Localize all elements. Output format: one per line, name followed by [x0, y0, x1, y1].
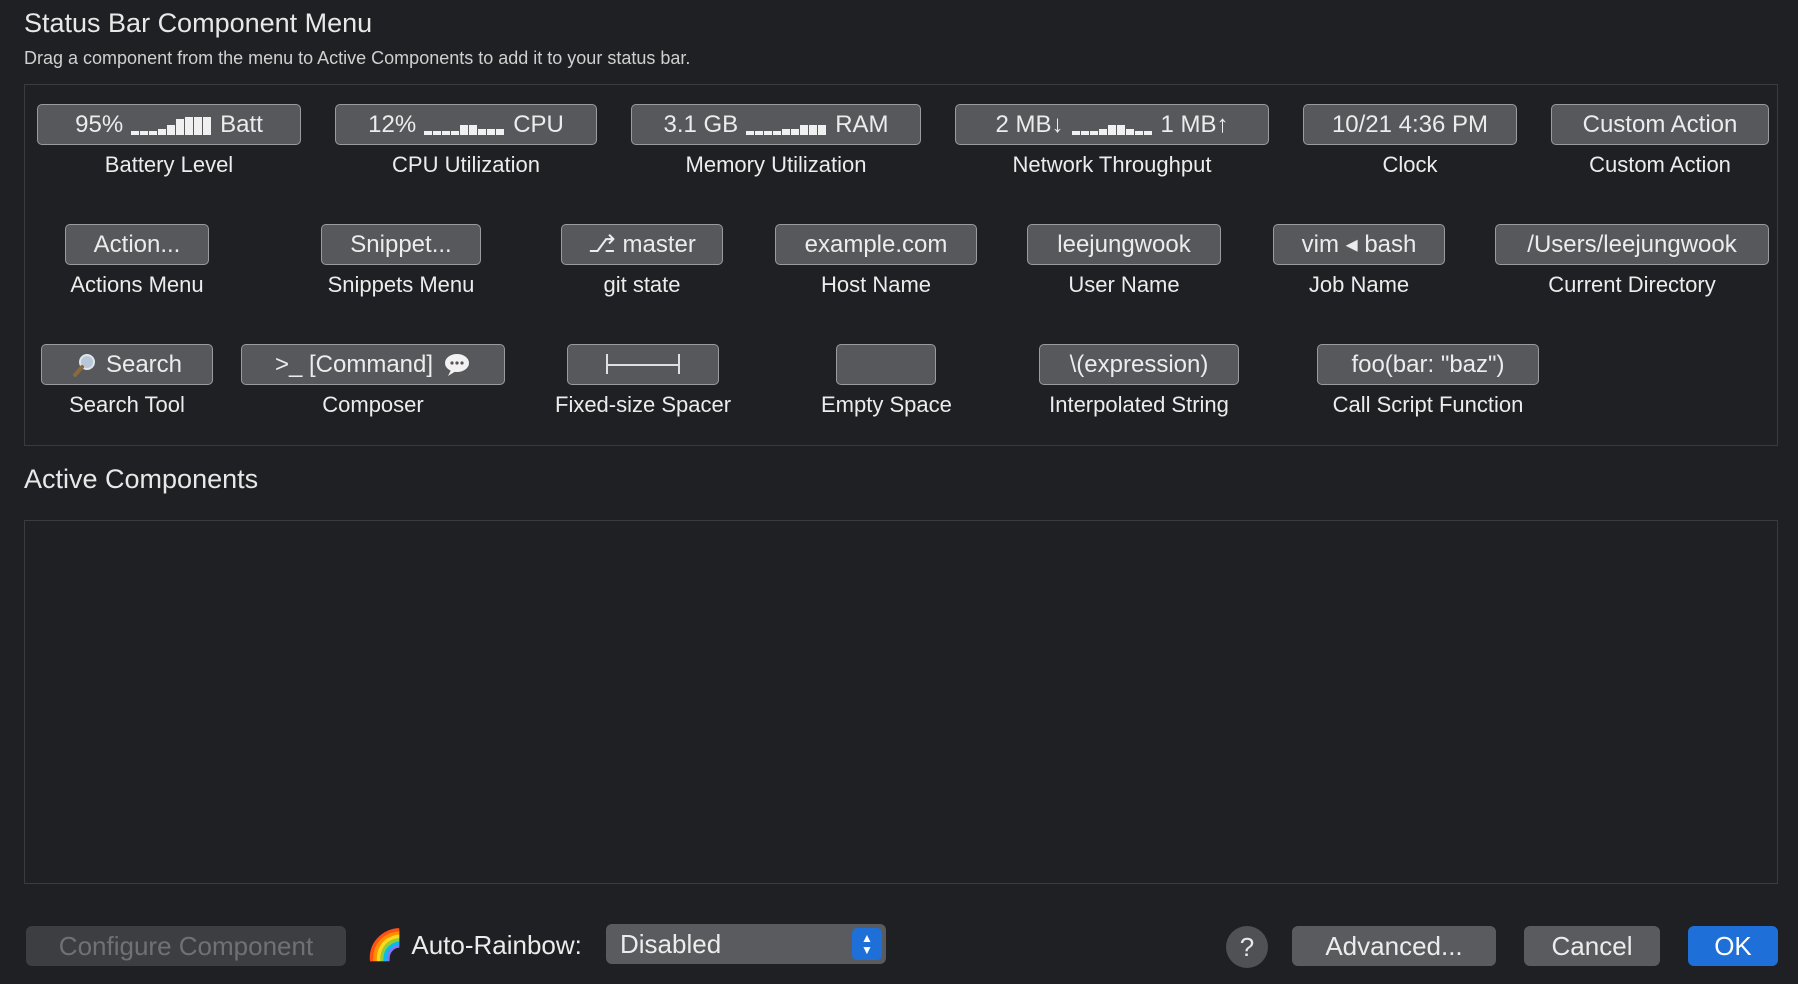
- component-label: Custom Action: [1589, 152, 1731, 177]
- component-label: Clock: [1382, 152, 1438, 177]
- script-function-pill[interactable]: foo(bar: "baz"): [1317, 344, 1539, 385]
- component-user[interactable]: leejungwook User Name: [1027, 224, 1221, 298]
- cpu-sparkline-icon: [424, 115, 505, 135]
- component-composer[interactable]: >_ [Command] Composer: [241, 344, 505, 418]
- network-pill[interactable]: 2 MB↓ 1 MB↑: [955, 104, 1269, 145]
- component-label: Search Tool: [69, 392, 185, 417]
- component-snippets-menu[interactable]: Snippet... Snippets Menu: [321, 224, 481, 298]
- component-label: Fixed-size Spacer: [555, 392, 732, 417]
- component-search[interactable]: Search Search Tool: [41, 344, 213, 418]
- host-pill[interactable]: example.com: [775, 224, 977, 265]
- ok-button[interactable]: OK: [1688, 926, 1778, 966]
- component-label: Snippets Menu: [327, 272, 475, 297]
- memory-sparkline-icon: [746, 115, 827, 135]
- active-components-dropzone[interactable]: [24, 520, 1778, 884]
- component-label: User Name: [1068, 272, 1180, 297]
- advanced-button[interactable]: Advanced...: [1292, 926, 1496, 966]
- component-memory[interactable]: 3.1 GB RAM Memory Utilization: [631, 104, 921, 178]
- battery-sparkline-icon: [131, 115, 212, 135]
- component-label: Call Script Function: [1332, 392, 1524, 417]
- snippets-menu-pill[interactable]: Snippet...: [321, 224, 481, 265]
- chevron-updown-icon: ▲ ▼: [852, 928, 882, 960]
- directory-pill[interactable]: /Users/leejungwook: [1495, 224, 1769, 265]
- cpu-pill[interactable]: 12% CPU: [335, 104, 597, 145]
- page-title: Status Bar Component Menu: [24, 8, 373, 38]
- component-label: Host Name: [820, 272, 932, 297]
- component-menu: 95% Batt Battery Level 12% CPU CPU Utili…: [24, 84, 1778, 446]
- empty-space-pill[interactable]: [836, 344, 937, 385]
- component-label: Empty Space: [821, 392, 952, 417]
- interpolated-pill[interactable]: \(expression): [1039, 344, 1239, 385]
- auto-rainbow-label: 🌈 Auto-Rainbow:: [366, 929, 582, 962]
- component-label: Battery Level: [104, 152, 234, 177]
- speech-bubble-icon: [445, 353, 470, 376]
- search-pill[interactable]: Search: [41, 344, 213, 385]
- custom-action-pill[interactable]: Custom Action: [1551, 104, 1769, 145]
- configure-component-button[interactable]: Configure Component: [26, 926, 346, 966]
- component-empty-space[interactable]: Empty Space: [821, 344, 952, 418]
- component-directory[interactable]: /Users/leejungwook Current Directory: [1495, 224, 1769, 298]
- battery-pill[interactable]: 95% Batt: [37, 104, 301, 145]
- component-label: Current Directory: [1548, 272, 1716, 297]
- magnifier-icon: [72, 353, 95, 377]
- component-label: Composer: [322, 392, 424, 417]
- component-label: CPU Utilization: [392, 152, 540, 177]
- composer-pill[interactable]: >_ [Command]: [241, 344, 505, 385]
- spacer-width-icon: [606, 353, 681, 376]
- git-pill[interactable]: ⎇ master: [561, 224, 723, 265]
- component-label: Interpolated String: [1049, 392, 1229, 417]
- component-clock[interactable]: 10/21 4:36 PM Clock: [1303, 104, 1517, 178]
- component-actions-menu[interactable]: Action... Actions Menu: [65, 224, 209, 298]
- memory-pill[interactable]: 3.1 GB RAM: [631, 104, 921, 145]
- page-subtitle: Drag a component from the menu to Active…: [24, 48, 691, 68]
- active-components-title: Active Components: [24, 464, 259, 494]
- job-pill[interactable]: vim ◂ bash: [1273, 224, 1445, 265]
- component-cpu[interactable]: 12% CPU CPU Utilization: [335, 104, 597, 178]
- fixed-spacer-pill[interactable]: [567, 344, 720, 385]
- component-label: Memory Utilization: [685, 152, 867, 177]
- actions-menu-pill[interactable]: Action...: [65, 224, 209, 265]
- component-battery[interactable]: 95% Batt Battery Level: [37, 104, 301, 178]
- component-label: git state: [603, 272, 681, 297]
- rainbow-icon: 🌈: [366, 929, 404, 962]
- cancel-button[interactable]: Cancel: [1524, 926, 1660, 966]
- component-job[interactable]: vim ◂ bash Job Name: [1273, 224, 1445, 298]
- component-script-function[interactable]: foo(bar: "baz") Call Script Function: [1317, 344, 1539, 418]
- component-label: Actions Menu: [70, 272, 204, 297]
- clock-pill[interactable]: 10/21 4:36 PM: [1303, 104, 1517, 145]
- component-git[interactable]: ⎇ master git state: [561, 224, 723, 298]
- component-host[interactable]: example.com Host Name: [775, 224, 977, 298]
- help-button[interactable]: ?: [1226, 926, 1268, 968]
- component-label: Network Throughput: [1012, 152, 1212, 177]
- user-pill[interactable]: leejungwook: [1027, 224, 1221, 265]
- auto-rainbow-select[interactable]: Disabled ▲ ▼: [606, 924, 886, 964]
- component-label: Job Name: [1308, 272, 1410, 297]
- component-custom-action[interactable]: Custom Action Custom Action: [1551, 104, 1769, 178]
- component-network[interactable]: 2 MB↓ 1 MB↑ Network Throughput: [955, 104, 1269, 178]
- component-fixed-spacer[interactable]: Fixed-size Spacer: [555, 344, 731, 418]
- network-sparkline-icon: [1071, 115, 1153, 135]
- component-interpolated[interactable]: \(expression) Interpolated String: [1039, 344, 1239, 418]
